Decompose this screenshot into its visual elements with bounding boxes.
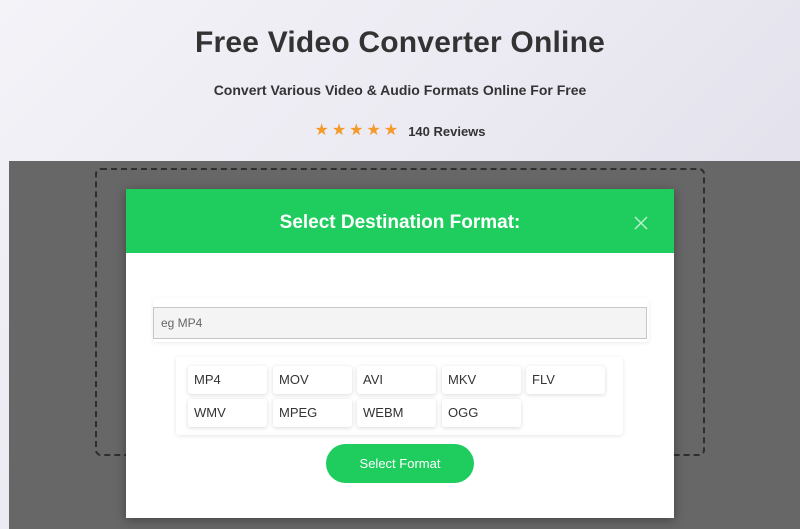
- rating: ★ ★ ★ ★ ★ 140 Reviews: [0, 122, 800, 140]
- format-option-avi[interactable]: AVI: [357, 366, 436, 394]
- format-option-mov[interactable]: MOV: [273, 366, 352, 394]
- format-option-ogg[interactable]: OGG: [442, 399, 521, 427]
- format-option-mkv[interactable]: MKV: [442, 366, 521, 394]
- dialog-header: Select Destination Format:: [126, 189, 674, 253]
- format-option-webm[interactable]: WEBM: [357, 399, 436, 427]
- star-icon: ★: [366, 122, 381, 139]
- format-dialog: Select Destination Format: MP4 MOV AVI M…: [126, 189, 674, 518]
- format-option-flv[interactable]: FLV: [526, 366, 605, 394]
- format-option-mp4[interactable]: MP4: [188, 366, 267, 394]
- select-format-button[interactable]: Select Format: [326, 444, 474, 483]
- star-icon: ★: [349, 122, 364, 139]
- dialog-title: Select Destination Format:: [279, 212, 521, 233]
- format-option-wmv[interactable]: WMV: [188, 399, 267, 427]
- close-icon[interactable]: [634, 216, 648, 230]
- hero-section: Free Video Converter Online Convert Vari…: [0, 0, 800, 160]
- reviews-count[interactable]: 140 Reviews: [408, 124, 485, 139]
- format-option-mpeg[interactable]: MPEG: [273, 399, 352, 427]
- format-search-input[interactable]: [153, 307, 647, 339]
- star-icon: ★: [314, 122, 329, 139]
- format-list: MP4 MOV AVI MKV FLV WMV MPEG WEBM OGG: [176, 357, 623, 435]
- format-search: [153, 298, 649, 342]
- star-icon: ★: [331, 122, 347, 139]
- star-icon: ★: [383, 122, 399, 139]
- page-subtitle: Convert Various Video & Audio Formats On…: [213, 82, 587, 98]
- page-title: Free Video Converter Online: [195, 26, 605, 59]
- star-rating: ★ ★ ★ ★ ★: [314, 122, 398, 140]
